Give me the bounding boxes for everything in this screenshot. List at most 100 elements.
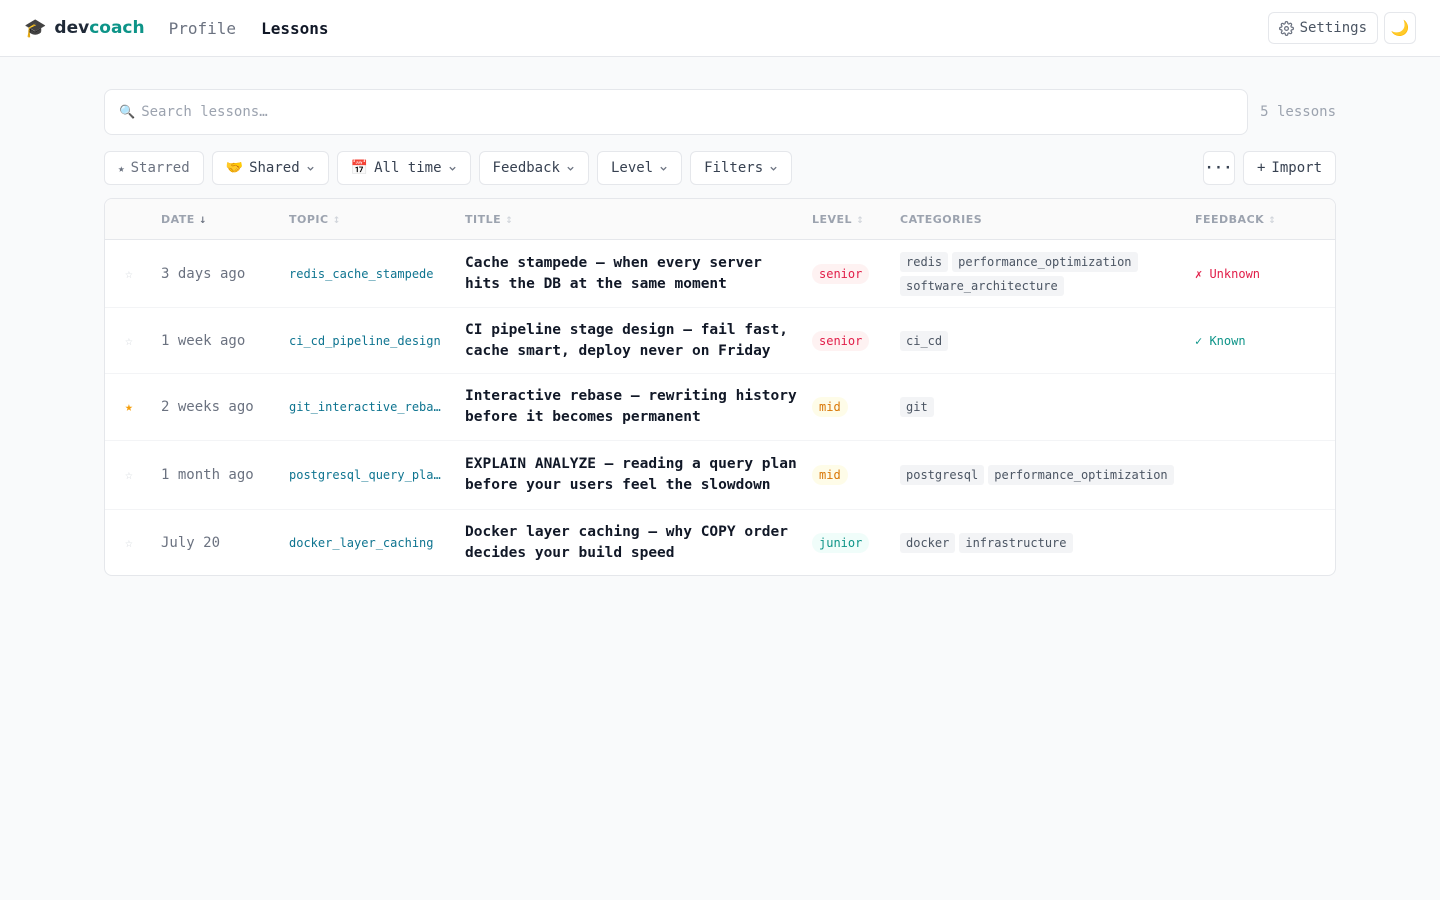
category-tag[interactable]: ci_cd bbox=[900, 330, 949, 351]
category-tag[interactable]: infrastructure bbox=[959, 532, 1073, 553]
level-filter-button[interactable]: Level bbox=[596, 151, 683, 185]
table-row[interactable]: ★ 2 weeks ago git_interactive_rebase Int… bbox=[105, 374, 1335, 441]
chevron-down-icon bbox=[660, 166, 667, 171]
search-input[interactable] bbox=[141, 104, 1233, 120]
category-tag[interactable]: performance_optimization bbox=[988, 465, 1174, 485]
shared-label: Shared bbox=[249, 160, 300, 176]
table-row[interactable]: ☆ 3 days ago redis_cache_stampede Cache … bbox=[105, 240, 1335, 308]
table-row[interactable]: ☆ 1 month ago postgresql_query_planner E… bbox=[105, 441, 1335, 510]
header-date[interactable]: DATE ↓ bbox=[161, 213, 289, 226]
lesson-date: 3 days ago bbox=[161, 265, 246, 282]
chevron-down-icon bbox=[448, 166, 456, 171]
header-categories: CATEGORIES bbox=[900, 212, 983, 226]
header-feedback[interactable]: FEEDBACK ↕ bbox=[1195, 213, 1335, 226]
feedback-status: ✗ Unknown bbox=[1195, 266, 1261, 281]
graduation-cap-icon: 🎓 bbox=[24, 17, 47, 39]
handshake-icon: 🤝 bbox=[225, 160, 244, 176]
star-toggle-icon[interactable]: ☆ bbox=[125, 267, 133, 282]
lesson-title[interactable]: Interactive rebase — rewriting history b… bbox=[465, 386, 798, 428]
category-tag[interactable]: git bbox=[900, 397, 934, 417]
lesson-title[interactable]: Cache stampede — when every server hits … bbox=[465, 253, 798, 295]
filter-bar: ★ Starred 🤝 Shared 📅 All time Feedback L… bbox=[104, 151, 1336, 185]
level-badge: senior bbox=[812, 330, 870, 351]
time-filter-button[interactable]: 📅 All time bbox=[336, 151, 471, 185]
table-header: DATE ↓ TOPIC ↕ TITLE ↕ LEVEL ↕ CATEGORIES FE… bbox=[105, 199, 1335, 240]
nav-profile[interactable]: Profile bbox=[169, 19, 236, 38]
level-label: Level bbox=[610, 160, 654, 176]
star-toggle-icon[interactable]: ★ bbox=[125, 400, 133, 415]
moon-icon: 🌙 bbox=[1390, 20, 1410, 37]
lesson-topic[interactable]: git_interactive_rebase bbox=[289, 400, 444, 414]
level-badge: mid bbox=[812, 397, 848, 417]
chevron-down-icon bbox=[567, 166, 574, 171]
lesson-title[interactable]: Docker layer caching — why COPY order de… bbox=[465, 522, 798, 564]
lesson-date: 1 week ago bbox=[161, 332, 246, 349]
category-list: ci_cd bbox=[900, 330, 1195, 351]
star-toggle-icon[interactable]: ☆ bbox=[125, 536, 133, 551]
lesson-date: 2 weeks ago bbox=[161, 399, 254, 415]
header-topic[interactable]: TOPIC ↕ bbox=[289, 213, 465, 226]
category-list: git bbox=[900, 397, 1195, 417]
star-toggle-icon[interactable]: ☆ bbox=[125, 334, 133, 349]
star-icon: ★ bbox=[118, 161, 125, 175]
star-toggle-icon[interactable]: ☆ bbox=[125, 468, 133, 483]
time-label: All time bbox=[374, 160, 442, 176]
category-list: postgresql performance_optimization bbox=[900, 465, 1195, 485]
settings-label: Settings bbox=[1299, 20, 1367, 36]
lesson-title[interactable]: CI pipeline stage design — fail fast, ca… bbox=[465, 320, 798, 362]
lesson-date: 1 month ago bbox=[161, 467, 254, 483]
top-bar: 🎓 devcoach Profile Lessons Settings 🌙 bbox=[0, 0, 1440, 57]
lesson-count: 5 lessons bbox=[1260, 104, 1336, 120]
header-title[interactable]: TITLE ↕ bbox=[465, 213, 812, 226]
table-row[interactable]: ☆ July 20 docker_layer_caching Docker la… bbox=[105, 510, 1335, 575]
theme-toggle-button[interactable]: 🌙 bbox=[1384, 12, 1416, 44]
sort-icon: ↕ bbox=[505, 215, 514, 226]
feedback-filter-button[interactable]: Feedback bbox=[478, 151, 589, 185]
starred-filter-button[interactable]: ★ Starred bbox=[104, 151, 204, 185]
shared-filter-button[interactable]: 🤝 Shared bbox=[211, 151, 329, 185]
brand-dev: dev bbox=[54, 18, 90, 38]
more-options-button[interactable]: ··· bbox=[1202, 151, 1235, 185]
calendar-icon: 📅 bbox=[350, 160, 369, 176]
import-label: Import bbox=[1271, 160, 1322, 176]
header-level[interactable]: LEVEL ↕ bbox=[812, 213, 900, 226]
ellipsis-icon: ··· bbox=[1204, 160, 1234, 176]
starred-label: Starred bbox=[130, 160, 190, 176]
plus-icon: + bbox=[1256, 160, 1266, 176]
chevron-down-icon bbox=[770, 166, 777, 171]
category-list: docker infrastructure bbox=[900, 532, 1195, 553]
search-box: 🔍 bbox=[104, 89, 1248, 135]
category-tag[interactable]: docker bbox=[900, 532, 956, 553]
brand-coach: coach bbox=[89, 18, 145, 38]
search-icon: 🔍 bbox=[119, 104, 136, 120]
category-tag[interactable]: software_architecture bbox=[900, 275, 1064, 296]
category-tag[interactable]: redis bbox=[900, 251, 949, 272]
more-filters-button[interactable]: Filters bbox=[690, 151, 793, 185]
lesson-topic[interactable]: docker_layer_caching bbox=[289, 536, 444, 550]
sort-icon: ↕ bbox=[332, 215, 341, 226]
gear-icon bbox=[1278, 20, 1294, 36]
nav-lessons[interactable]: Lessons bbox=[261, 19, 328, 38]
lesson-date: July 20 bbox=[161, 534, 221, 551]
brand-logo[interactable]: 🎓 devcoach bbox=[24, 18, 145, 39]
chevron-down-icon bbox=[307, 166, 314, 171]
sort-icon: ↕ bbox=[1268, 215, 1277, 226]
level-badge: senior bbox=[812, 263, 870, 284]
lesson-title[interactable]: EXPLAIN ANALYZE — reading a query plan b… bbox=[465, 454, 798, 496]
category-list: redis performance_optimization software_ar… bbox=[900, 251, 1195, 296]
feedback-label: Feedback bbox=[492, 160, 560, 176]
import-button[interactable]: + Import bbox=[1242, 151, 1336, 185]
lesson-topic[interactable]: postgresql_query_planner bbox=[289, 468, 444, 482]
category-tag[interactable]: postgresql bbox=[900, 465, 985, 485]
level-badge: mid bbox=[812, 465, 848, 485]
table-row[interactable]: ☆ 1 week ago ci_cd_pipeline_design CI pi… bbox=[105, 308, 1335, 374]
lesson-topic[interactable]: redis_cache_stampede bbox=[289, 267, 444, 281]
table-body: ☆ 3 days ago redis_cache_stampede Cache … bbox=[105, 240, 1335, 575]
settings-button[interactable]: Settings bbox=[1267, 12, 1378, 44]
lesson-topic[interactable]: ci_cd_pipeline_design bbox=[289, 334, 444, 348]
sort-icon: ↕ bbox=[856, 215, 865, 226]
lessons-table: DATE ↓ TOPIC ↕ TITLE ↕ LEVEL ↕ CATEGORIES FE… bbox=[104, 198, 1336, 576]
category-tag[interactable]: performance_optimization bbox=[952, 251, 1138, 272]
filters-label: Filters bbox=[704, 160, 764, 176]
main-content: 🔍 5 lessons ★ Starred 🤝 Shared 📅 All tim… bbox=[104, 89, 1336, 576]
